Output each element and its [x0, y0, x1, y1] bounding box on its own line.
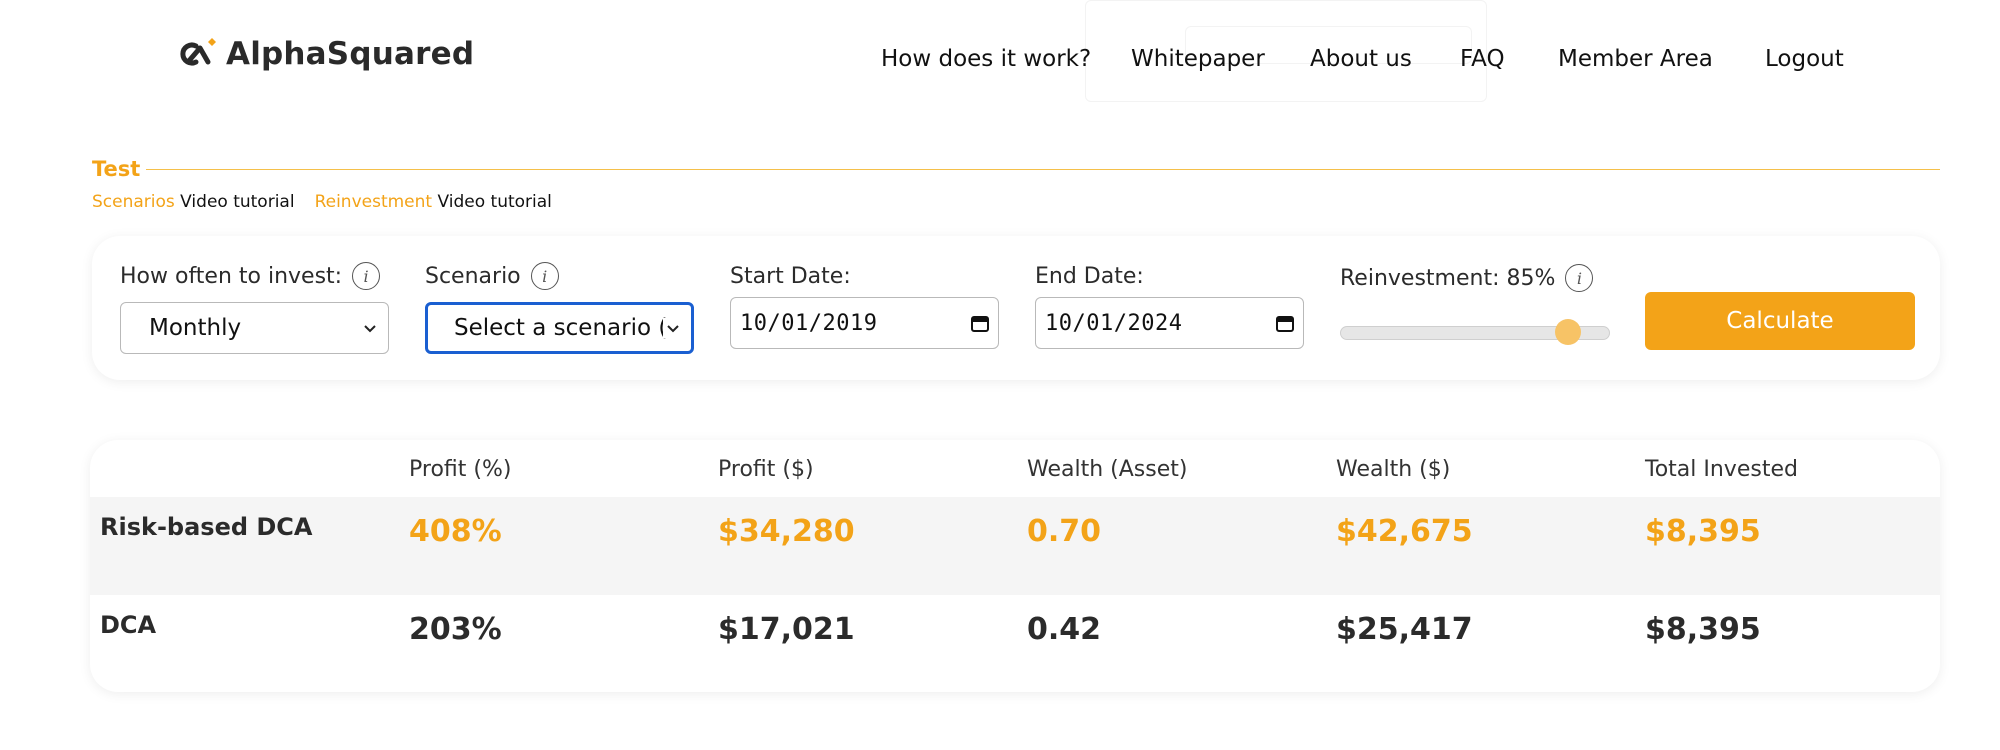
- start-date-input[interactable]: 10/01/2019: [730, 297, 999, 349]
- section-title: Test: [92, 157, 141, 181]
- nav-about-us[interactable]: About us: [1310, 46, 1412, 72]
- table-cell: 203%: [409, 612, 502, 647]
- start-date-label: Start Date:: [730, 264, 851, 289]
- table-cell: $34,280: [718, 514, 855, 549]
- reinvestment-label: Reinvestment: 85% i: [1340, 264, 1594, 292]
- scenario-info-icon[interactable]: i: [530, 262, 559, 290]
- nav-member-area[interactable]: Member Area: [1558, 46, 1713, 72]
- end-date-label: End Date:: [1035, 264, 1144, 289]
- column-header-profit-dollar: Profit ($): [718, 457, 814, 482]
- chevron-down-icon: [663, 318, 683, 338]
- reinvestment-info-icon[interactable]: i: [1565, 264, 1594, 292]
- row-label-dca: DCA: [100, 611, 157, 639]
- table-cell: $25,417: [1336, 612, 1473, 647]
- table-cell: 408%: [409, 514, 502, 549]
- nav-faq[interactable]: FAQ: [1460, 46, 1505, 72]
- nav-how-it-works[interactable]: How does it work?: [881, 46, 1091, 72]
- nav-whitepaper[interactable]: Whitepaper: [1131, 46, 1265, 72]
- scenario-select[interactable]: Select a scenario (: [425, 302, 694, 354]
- table-cell: 0.42: [1027, 612, 1102, 647]
- end-date-input[interactable]: 10/01/2024: [1035, 297, 1304, 349]
- nav-logout[interactable]: Logout: [1765, 46, 1844, 72]
- frequency-select[interactable]: Monthly: [120, 302, 389, 354]
- table-cell: 0.70: [1027, 514, 1102, 549]
- main-nav: How does it work? Whitepaper About us FA…: [0, 46, 2000, 76]
- table-cell: $8,395: [1645, 514, 1761, 549]
- scenario-label: Scenario i: [425, 262, 559, 290]
- column-header-profit-percent: Profit (%): [409, 457, 512, 482]
- calendar-icon[interactable]: [1275, 313, 1295, 333]
- column-header-wealth-dollar: Wealth ($): [1336, 457, 1451, 482]
- results-table: Profit (%) Profit ($) Wealth (Asset) Wea…: [90, 440, 1940, 692]
- table-cell: $17,021: [718, 612, 855, 647]
- frequency-label: How often to invest: i: [120, 262, 381, 290]
- tutorial-links: Scenarios Video tutorial Reinvestment Vid…: [92, 192, 552, 212]
- calendar-icon[interactable]: [970, 313, 990, 333]
- section-divider: [146, 169, 1940, 170]
- reinvestment-slider-thumb[interactable]: [1554, 319, 1581, 345]
- scenarios-tutorial-link[interactable]: Scenarios Video tutorial: [92, 192, 295, 212]
- table-cell: $8,395: [1645, 612, 1761, 647]
- chevron-down-icon: [364, 325, 376, 333]
- frequency-info-icon[interactable]: i: [352, 262, 381, 290]
- calculate-button[interactable]: Calculate: [1645, 292, 1915, 350]
- column-header-total-invested: Total Invested: [1645, 457, 1798, 482]
- row-label-risk-based-dca: Risk-based DCA: [100, 513, 313, 541]
- column-header-wealth-asset: Wealth (Asset): [1027, 457, 1188, 482]
- table-cell: $42,675: [1336, 514, 1473, 549]
- reinvestment-tutorial-link[interactable]: Reinvestment Video tutorial: [315, 192, 552, 212]
